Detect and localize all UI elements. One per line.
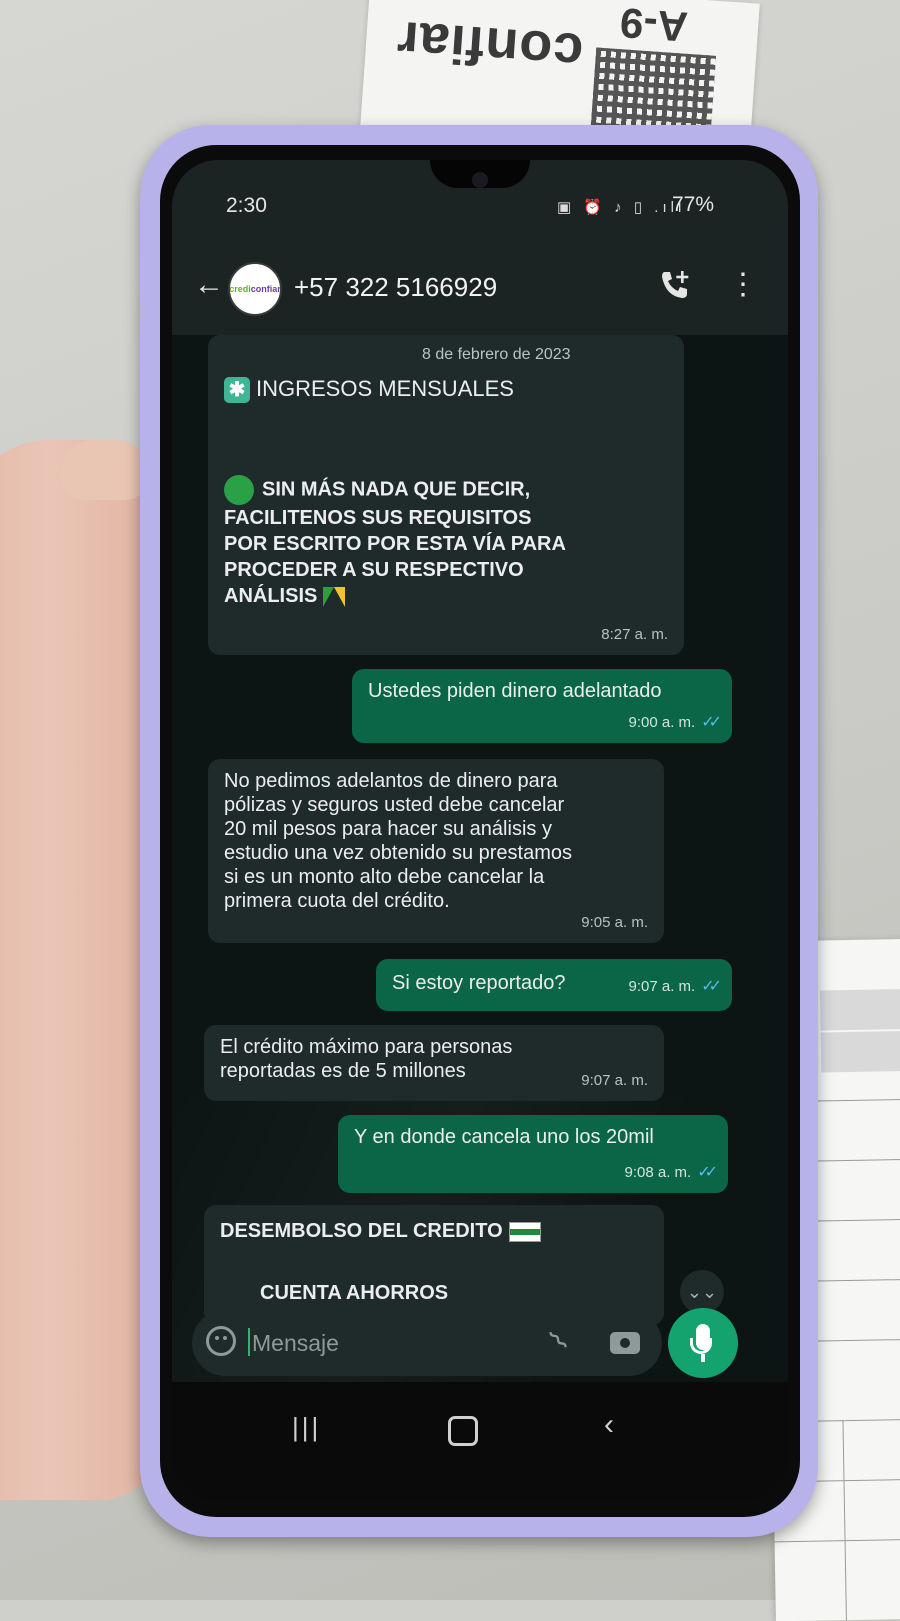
message-line: ANÁLISIS: [224, 583, 566, 609]
battery-level: 77%: [672, 193, 715, 216]
thumb: [60, 440, 150, 500]
chat-header: ← crediconfiar +57 322 5166929 ⋮: [172, 250, 788, 335]
message-outgoing[interactable]: Si estoy reportado? 9:07 a. m. ✓✓: [376, 959, 732, 1011]
contact-name[interactable]: +57 322 5166929: [294, 272, 497, 303]
recent-apps-icon[interactable]: |||: [292, 1412, 321, 1443]
message-body: SIN MÁS NADA QUE DECIR, FACILITENOS SUS …: [224, 475, 566, 609]
message-time: 9:07 a. m.: [628, 978, 696, 995]
message-text: Si estoy reportado?: [392, 972, 566, 994]
hand: [0, 440, 160, 1500]
avatar-logo: crediconfiar: [229, 284, 281, 294]
camera-icon[interactable]: [610, 1332, 640, 1354]
message-line: POR ESCRITO POR ESTA VÍA PARA: [224, 533, 566, 555]
message-meta: 9:00 a. m. ✓✓: [628, 711, 722, 735]
status-icons: ▣ ⏰ ♪ ▯ .ıll: [557, 199, 686, 216]
message-text: Y en donde cancela uno los 20mil: [354, 1126, 654, 1148]
status-time: 2:30: [226, 194, 267, 217]
message-text: Ustedes piden dinero adelantado: [368, 680, 662, 702]
message-line: SIN MÁS NADA QUE DECIR,: [224, 475, 566, 505]
message-line: 20 mil pesos para hacer su análisis y: [224, 818, 552, 840]
qr-code: [590, 47, 717, 136]
message-time: 8:27 a. m.: [601, 626, 668, 643]
back-arrow-icon[interactable]: ←: [194, 268, 224, 302]
double-check-icon: ✓✓: [697, 1164, 718, 1181]
message-line: pólizas y seguros usted debe cancelar: [224, 794, 565, 816]
date-label: 8 de febrero de 2023: [422, 346, 571, 363]
more-vert-icon[interactable]: ⋮: [728, 270, 758, 300]
message-incoming[interactable]: No pedimos adelantos de dinero para póli…: [208, 759, 664, 943]
add-call-icon[interactable]: [658, 268, 692, 302]
message-meta: 9:05 a. m.: [581, 911, 648, 935]
green-circle-icon: [224, 475, 254, 505]
message-incoming[interactable]: 8 de febrero de 2023 ✱ INGRESOS MENSUALES…: [208, 335, 684, 655]
nav-back-icon[interactable]: ‹: [604, 1408, 614, 1442]
navigation-bar: ||| ‹: [172, 1382, 788, 1500]
emoji-icon[interactable]: [206, 1326, 236, 1356]
phone-screen: 2:30 ▣ ⏰ ♪ ▯ .ıll 77% ← crediconfiar +57…: [172, 160, 788, 1500]
message-line: El crédito máximo para personas: [220, 1036, 513, 1058]
double-check-icon: ✓✓: [701, 714, 722, 731]
message-meta: 9:07 a. m. ✓✓: [628, 975, 722, 999]
message-heading-text: DESEMBOLSO DEL CREDITO: [220, 1220, 503, 1242]
mic-button[interactable]: [668, 1308, 738, 1378]
mic-stand: [701, 1354, 705, 1362]
message-line: No pedimos adelantos de dinero para: [224, 770, 558, 792]
message-meta: 9:07 a. m.: [581, 1069, 648, 1093]
receipt-brand: confiar: [394, 9, 586, 83]
avatar-logo-part2: confiar: [250, 284, 281, 294]
mic-icon: [690, 1324, 712, 1354]
message-line-text: ANÁLISIS: [224, 585, 318, 607]
double-check-icon: ✓✓: [701, 978, 722, 995]
message-line: PROCEDER A SU RESPECTIVO: [224, 559, 524, 581]
message-heading: ✱ INGRESOS MENSUALES: [224, 376, 514, 404]
asterisk-icon: ✱: [224, 377, 250, 404]
message-line-text: SIN MÁS NADA QUE DECIR,: [262, 478, 531, 501]
message-heading-text: INGRESOS MENSUALES: [256, 376, 514, 401]
message-meta: 9:08 a. m. ✓✓: [624, 1161, 718, 1185]
message-meta: 8:27 a. m.: [601, 623, 668, 647]
form-cell: [820, 1031, 900, 1073]
home-icon[interactable]: [448, 1416, 478, 1446]
message-line: primera cuota del crédito.: [224, 890, 450, 912]
message-heading: DESEMBOLSO DEL CREDITO: [220, 1219, 541, 1243]
receipt-code: A-9: [618, 0, 690, 51]
message-line: FACILITENOS SUS REQUISITOS: [224, 507, 532, 529]
message-time: 9:05 a. m.: [581, 914, 648, 931]
message-time: 9:07 a. m.: [581, 1072, 648, 1089]
avatar[interactable]: crediconfiar: [228, 262, 282, 316]
flag-icon: [508, 1221, 541, 1242]
beginner-leaf-icon: [323, 586, 346, 607]
message-incoming[interactable]: El crédito máximo para personas reportad…: [204, 1025, 664, 1101]
front-camera: [472, 172, 488, 188]
message-outgoing[interactable]: Y en donde cancela uno los 20mil 9:08 a.…: [338, 1115, 728, 1193]
form-line: [842, 1420, 847, 1621]
message-input[interactable]: [250, 1322, 524, 1364]
paperclip-icon[interactable]: ⌇: [542, 1324, 575, 1357]
message-time: 9:00 a. m.: [628, 714, 696, 731]
message-subheading: CUENTA AHORROS: [260, 1282, 449, 1304]
message-incoming[interactable]: DESEMBOLSO DEL CREDITO CUENTA AHORROS: [204, 1205, 664, 1325]
avatar-logo-part1: credi: [229, 284, 251, 294]
message-line: estudio una vez obtenido su prestamos: [224, 842, 572, 864]
form-line: [774, 1538, 900, 1543]
message-outgoing[interactable]: Ustedes piden dinero adelantado 9:00 a. …: [352, 669, 732, 743]
message-line: si es un monto alto debe cancelar la: [224, 866, 545, 888]
message-composer: ⌇: [192, 1310, 662, 1376]
message-time: 9:08 a. m.: [624, 1164, 692, 1181]
form-cell: [819, 989, 900, 1031]
